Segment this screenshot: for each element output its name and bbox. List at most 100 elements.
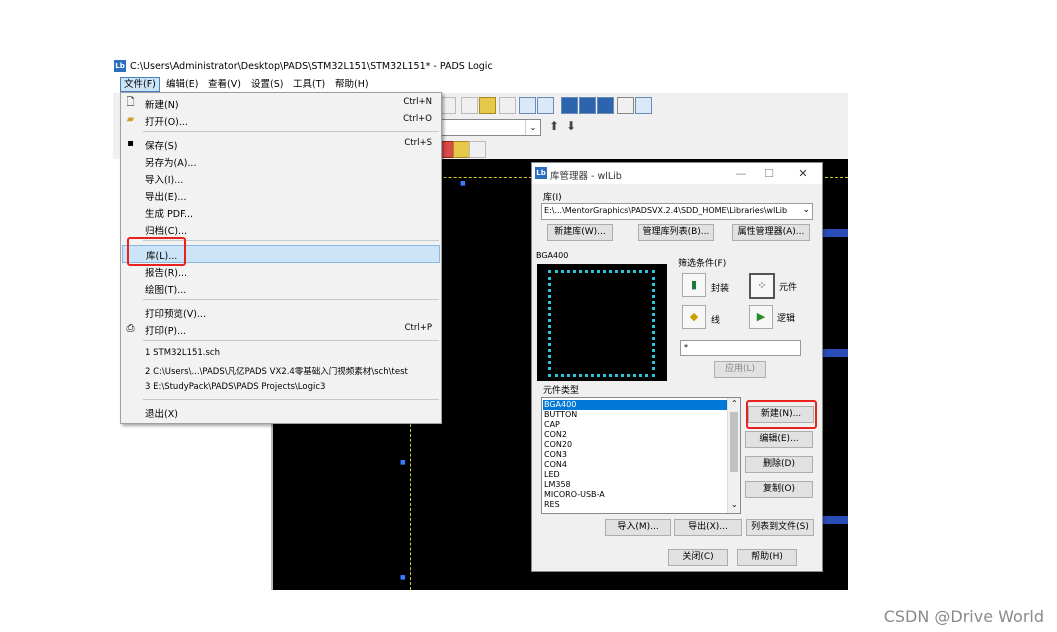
toolbar-icon-g[interactable] bbox=[635, 97, 652, 114]
menu-item-import[interactable]: 导入(I)... bbox=[121, 170, 441, 186]
list-item[interactable]: CAP bbox=[543, 420, 728, 430]
help-button[interactable]: 帮助(H) bbox=[737, 549, 797, 566]
list-item[interactable]: CON20 bbox=[543, 440, 728, 450]
export-button[interactable]: 导出(X)... bbox=[674, 519, 742, 536]
edit-part-button[interactable]: 编辑(E)... bbox=[745, 431, 813, 448]
part-types-list[interactable]: BGA400 BUTTON CAP CON2 CON20 CON3 CON4 L… bbox=[541, 397, 741, 514]
brush-icon[interactable] bbox=[499, 97, 516, 114]
part-types-group-label: 元件类型 bbox=[543, 386, 580, 396]
minimize-icon[interactable]: — bbox=[728, 165, 754, 182]
line-filter-icon[interactable]: ◆ bbox=[682, 305, 706, 329]
decal-filter-icon[interactable]: ▮ bbox=[682, 273, 706, 297]
menu-item-print-preview[interactable]: 打印预览(V)... bbox=[121, 304, 441, 320]
grid-marker: ■ bbox=[400, 574, 406, 581]
highlight-new-part-button bbox=[746, 400, 817, 429]
chevron-up-icon[interactable]: ⌃ bbox=[731, 399, 738, 408]
menu-item-exit[interactable]: 退出(X) bbox=[121, 404, 441, 420]
menu-settings[interactable]: 设置(S) bbox=[248, 78, 286, 91]
toolbar-icon-e[interactable] bbox=[597, 97, 614, 114]
list-item[interactable]: RES bbox=[543, 500, 728, 510]
close-icon[interactable]: ✕ bbox=[790, 165, 816, 182]
list-item[interactable]: CON4 bbox=[543, 460, 728, 470]
sheet-select[interactable]: ⌄ bbox=[439, 119, 541, 136]
list-item[interactable]: CON3 bbox=[543, 450, 728, 460]
window-title: C:\Users\Administrator\Desktop\PADS\STM3… bbox=[130, 61, 493, 72]
menu-item-recent-1[interactable]: 1 STM32L151.sch bbox=[121, 346, 441, 362]
import-button[interactable]: 导入(M)... bbox=[605, 519, 671, 536]
list-scrollbar[interactable]: ⌃ ⌄ bbox=[727, 398, 740, 513]
list-item[interactable]: BUTTON bbox=[543, 410, 728, 420]
find-icon[interactable] bbox=[479, 97, 496, 114]
new-library-button[interactable]: 新建库(W)... bbox=[547, 224, 613, 241]
zoom-icon[interactable] bbox=[461, 97, 478, 114]
part-preview bbox=[537, 264, 667, 381]
library-group-label: 库(I) bbox=[543, 193, 562, 203]
logic-filter-icon[interactable]: ▶ bbox=[749, 305, 773, 329]
manage-library-list-button[interactable]: 管理库列表(B)... bbox=[638, 224, 714, 241]
menu-file[interactable]: 文件(F) bbox=[120, 77, 160, 92]
arrow-down-icon[interactable]: ⬇ bbox=[566, 119, 576, 133]
menu-item-recent-3[interactable]: 3 E:\StudyPack\PADS\PADS Projects\Logic3 bbox=[121, 380, 441, 396]
toolbar-icon-b[interactable] bbox=[537, 97, 554, 114]
menu-separator bbox=[143, 240, 439, 241]
scroll-thumb[interactable] bbox=[730, 412, 738, 472]
grid-marker: ■ bbox=[460, 180, 466, 187]
menu-item-recent-2[interactable]: 2 C:\Users\...\PADS\凡亿PADS VX2.4零基础入门视频素… bbox=[121, 363, 441, 379]
menu-edit[interactable]: 编辑(E) bbox=[163, 78, 201, 91]
filter-input[interactable]: * bbox=[680, 340, 801, 356]
menu-item-export[interactable]: 导出(E)... bbox=[121, 187, 441, 203]
menu-item-save[interactable]: ▪ 保存(S) Ctrl+S bbox=[121, 136, 441, 152]
line-filter-label: 线 bbox=[711, 316, 721, 326]
decal-filter-label: 封装 bbox=[711, 284, 730, 294]
maximize-icon[interactable]: ☐ bbox=[756, 165, 782, 182]
attribute-manager-button[interactable]: 属性管理器(A)... bbox=[732, 224, 810, 241]
menu-tools[interactable]: 工具(T) bbox=[290, 78, 328, 91]
menu-item-new[interactable]: 🗋 新建(N) Ctrl+N bbox=[121, 95, 441, 111]
chevron-down-icon[interactable]: ⌄ bbox=[731, 500, 738, 509]
dialog-title-bar: Lb 库管理器 - wlLib — ☐ ✕ bbox=[532, 163, 822, 184]
list-item[interactable]: CON2 bbox=[543, 430, 728, 440]
title-bar: Lb C:\Users\Administrator\Desktop\PADS\S… bbox=[113, 58, 848, 76]
menu-separator bbox=[143, 299, 439, 300]
toolbar-icon-f[interactable] bbox=[617, 97, 634, 114]
dialog-title: 库管理器 - wlLib bbox=[550, 171, 622, 182]
toolbar-icon-d[interactable] bbox=[579, 97, 596, 114]
close-button[interactable]: 关闭(C) bbox=[668, 549, 728, 566]
menu-help[interactable]: 帮助(H) bbox=[332, 78, 372, 91]
grid-marker: ■ bbox=[400, 459, 406, 466]
chevron-down-icon[interactable]: ⌄ bbox=[525, 120, 540, 135]
menu-separator bbox=[143, 399, 439, 400]
list-item[interactable]: MICORO-USB-A bbox=[543, 490, 728, 500]
chevron-down-icon[interactable]: ⌄ bbox=[802, 205, 810, 215]
highlight-library-menu-item bbox=[127, 237, 186, 266]
delete-part-button[interactable]: 删除(D) bbox=[745, 456, 813, 473]
menu-item-generate-pdf[interactable]: 生成 PDF... bbox=[121, 204, 441, 220]
list-item[interactable]: BGA400 bbox=[543, 400, 728, 410]
list-item[interactable]: LM358 bbox=[543, 480, 728, 490]
menu-item-drawing[interactable]: 绘图(T)... bbox=[121, 280, 441, 296]
list-item[interactable]: LED bbox=[543, 470, 728, 480]
menu-item-print[interactable]: ⎙ 打印(P)... Ctrl+P bbox=[121, 321, 441, 337]
arrow-up-icon[interactable]: ⬆ bbox=[549, 119, 559, 133]
menu-bar: 文件(F) 编辑(E) 查看(V) 设置(S) 工具(T) 帮助(H) bbox=[113, 76, 848, 93]
library-path-select[interactable]: E:\...\MentorGraphics\PADSVX.2.4\SDD_HOM… bbox=[541, 203, 813, 220]
pads-logic-app-icon: Lb bbox=[114, 60, 126, 72]
watermark: CSDN @Drive World bbox=[883, 607, 1044, 626]
list-to-file-button[interactable]: 列表到文件(S) bbox=[746, 519, 814, 536]
menu-view[interactable]: 查看(V) bbox=[205, 78, 244, 91]
apply-button[interactable]: 应用(L) bbox=[714, 361, 766, 378]
design-icon-b[interactable] bbox=[453, 141, 470, 158]
sheet-border-left bbox=[410, 419, 411, 590]
toolbar-icon-a[interactable] bbox=[519, 97, 536, 114]
menu-item-archive[interactable]: 归档(C)... bbox=[121, 221, 441, 237]
toolbar-icon-c[interactable] bbox=[561, 97, 578, 114]
new-file-icon: 🗋 bbox=[126, 97, 135, 108]
menu-item-open[interactable]: ▰ 打开(O)... Ctrl+O bbox=[121, 112, 441, 128]
net-label-fragment bbox=[821, 516, 848, 524]
part-filter-icon[interactable]: ⁘ bbox=[749, 273, 775, 299]
design-icon-c[interactable] bbox=[469, 141, 486, 158]
menu-item-save-as[interactable]: 另存为(A)... bbox=[121, 153, 441, 169]
logic-filter-label: 逻辑 bbox=[777, 314, 796, 324]
menu-separator bbox=[143, 131, 439, 132]
copy-part-button[interactable]: 复制(O) bbox=[745, 481, 813, 498]
